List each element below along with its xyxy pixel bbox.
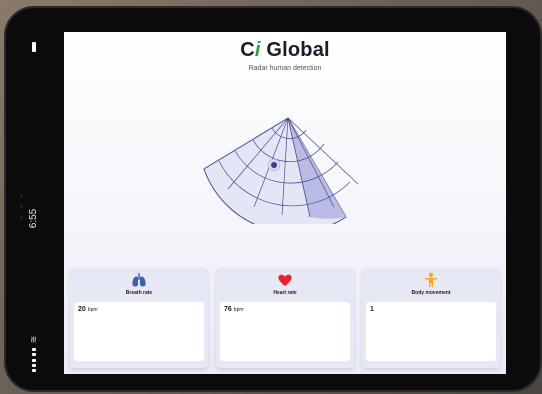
card-value-box: 76 bpm	[220, 302, 350, 361]
card-title: Body movement	[411, 290, 451, 296]
value-unit: bpm	[233, 307, 244, 313]
brand-logo: Ci Global	[64, 39, 506, 62]
status-time: 6:55	[28, 208, 40, 229]
lungs-icon	[132, 273, 146, 287]
value-unit: bpm	[87, 307, 98, 313]
heart-rate-value: 76 bpm	[224, 306, 244, 313]
breath-rate-value: 20 bpm	[78, 306, 98, 313]
radar-target	[271, 162, 277, 168]
wifi-icon: ≋	[28, 335, 39, 344]
value-number: 76	[224, 306, 232, 313]
card-value-box: 1	[366, 302, 496, 361]
card-title: Breath rate	[125, 290, 153, 296]
signal-icon	[32, 348, 36, 372]
tablet-frame: 6:55 ≋ Ci Global Radar human detection B…	[4, 6, 542, 392]
status-bar: 6:55 ≋	[6, 8, 64, 390]
card-heart-rate: Heart rate 76 bpm	[216, 268, 354, 368]
card-body-movement: Body movement 1	[362, 268, 500, 368]
body-movement-value: 1	[370, 306, 376, 313]
value-number: 20	[78, 306, 86, 313]
value-number: 1	[370, 306, 374, 313]
brand-prefix: C	[240, 39, 255, 61]
brand-suffix: Global	[260, 39, 330, 61]
battery-icon	[32, 42, 36, 52]
heart-icon	[278, 274, 292, 286]
card-value-box: 20 bpm	[74, 302, 204, 361]
page-subtitle: Radar human detection	[248, 65, 322, 72]
person-icon	[425, 272, 437, 287]
radar-sector-icon	[203, 117, 359, 224]
metrics-cards: Breath rate 20 bpm Heart rate 76 bpm Bod…	[70, 268, 500, 368]
card-breath-rate: Breath rate 20 bpm	[70, 268, 208, 368]
card-title: Heart rate	[273, 290, 297, 296]
camera-sensor	[20, 186, 23, 227]
app-screen: Ci Global Radar human detection Breath r…	[64, 32, 506, 374]
